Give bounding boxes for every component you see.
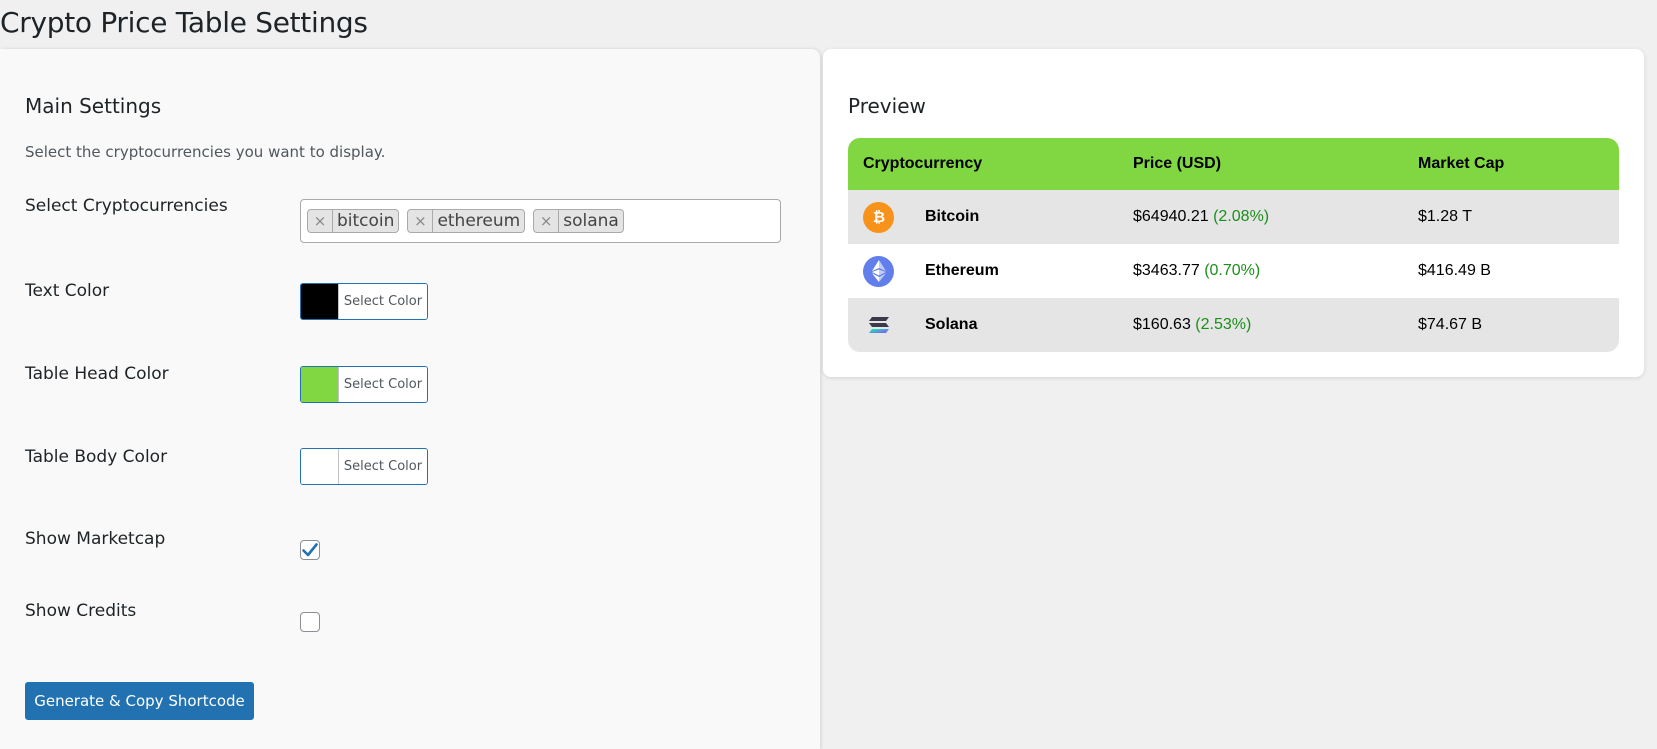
crypto-price-table: Cryptocurrency Price (USD) Market Cap ₿ … [848,138,1619,352]
settings-description: Select the cryptocurrencies you want to … [25,143,386,161]
table-row: Ethereum $3463.77 (0.70%) $416.49 B [848,244,1619,298]
remove-tag-icon[interactable]: × [534,210,560,232]
header-price: Price (USD) [1133,155,1222,172]
table-body-color-label: Table Body Color [25,447,168,467]
table-head-color-label: Table Head Color [25,364,169,384]
select-color-label: Select Color [339,449,427,484]
text-color-label: Text Color [25,281,110,301]
preview-panel: Preview Cryptocurrency Price (USD) Marke… [823,49,1644,377]
tag-label: bitcoin [337,211,395,231]
header-cryptocurrency: Cryptocurrency [863,155,983,172]
crypto-cell: Ethereum [848,255,1133,287]
price-change: (2.08%) [1213,208,1270,225]
crypto-select-input[interactable]: × bitcoin × ethereum × solana [300,199,781,243]
solana-icon [863,310,894,341]
color-swatch [301,284,339,319]
bitcoin-icon: ₿ [863,201,894,233]
show-marketcap-checkbox[interactable] [300,540,320,560]
generate-shortcode-button[interactable]: Generate & Copy Shortcode [25,682,254,720]
text-color-picker[interactable]: Select Color [300,283,428,320]
coin-name: Solana [925,316,978,333]
price-value: $64940.21 [1133,208,1209,225]
settings-panel: Main Settings Select the cryptocurrencie… [0,49,820,749]
select-color-label: Select Color [339,367,427,402]
price-value: $3463.77 [1133,262,1200,279]
table-row: ₿ Bitcoin $64940.21 (2.08%) $1.28 T [848,190,1619,244]
market-cap-cell: $74.67 B [1418,316,1483,333]
page-title: Crypto Price Table Settings [0,6,368,39]
tag-label: solana [563,211,619,231]
crypto-cell: Solana [848,310,1133,341]
remove-tag-icon[interactable]: × [308,210,333,232]
remove-tag-icon[interactable]: × [408,210,434,232]
show-credits-checkbox[interactable] [300,612,320,632]
table-header-row: Cryptocurrency Price (USD) Market Cap [848,138,1619,190]
crypto-cell: ₿ Bitcoin [848,201,1133,233]
market-cap-cell: $1.28 T [1418,208,1472,225]
price-change: (0.70%) [1204,262,1261,279]
color-swatch [301,367,339,402]
table-body-color-picker[interactable]: Select Color [300,448,428,485]
svg-text:₿: ₿ [872,208,884,226]
color-swatch [301,449,339,484]
coin-name: Ethereum [925,262,999,279]
show-credits-label: Show Credits [25,601,137,621]
tag-ethereum: × ethereum [407,209,526,233]
market-cap-cell: $416.49 B [1418,262,1491,279]
price-cell: $64940.21 (2.08%) [1133,208,1418,226]
select-color-label: Select Color [339,284,427,319]
table-head-color-picker[interactable]: Select Color [300,366,428,403]
price-cell: $160.63 (2.53%) [1133,316,1418,334]
ethereum-icon [863,255,894,287]
header-market-cap: Market Cap [1418,155,1505,172]
tag-solana: × solana [533,209,624,233]
checkmark-icon [302,543,318,557]
preview-title: Preview [848,94,926,118]
price-cell: $3463.77 (0.70%) [1133,262,1418,280]
table-row: Solana $160.63 (2.53%) $74.67 B [848,298,1619,352]
price-change: (2.53%) [1195,316,1252,333]
price-value: $160.63 [1133,316,1191,333]
show-marketcap-label: Show Marketcap [25,529,166,549]
tag-label: ethereum [437,211,521,231]
coin-name: Bitcoin [925,208,980,225]
main-settings-title: Main Settings [25,94,162,118]
tag-bitcoin: × bitcoin [307,209,400,233]
select-crypto-label: Select Cryptocurrencies [25,196,228,216]
